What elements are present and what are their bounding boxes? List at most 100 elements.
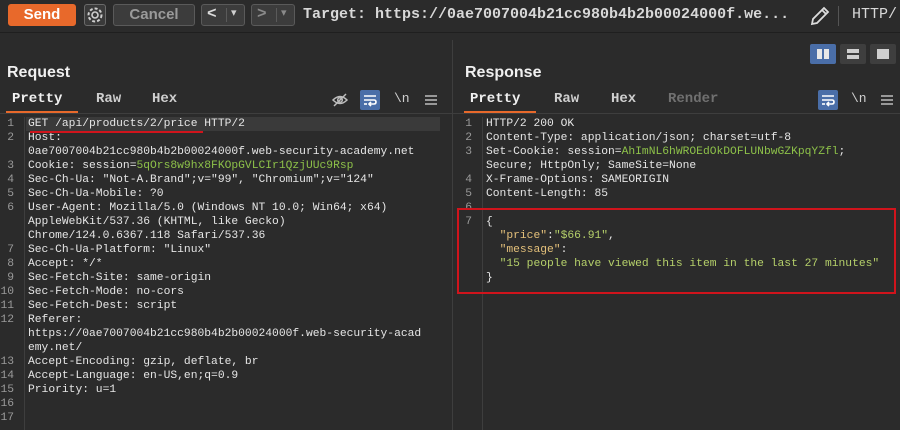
code-token: X-Frame-Options: SAMEORIGIN bbox=[486, 174, 670, 186]
forward-button[interactable]: > bbox=[257, 5, 267, 23]
line-number: 12 bbox=[0, 314, 14, 326]
line-number bbox=[0, 327, 14, 341]
code-token: Host: bbox=[28, 132, 69, 144]
line-number: 5 bbox=[465, 188, 472, 200]
line-number bbox=[0, 215, 14, 229]
line-number: 17 bbox=[0, 412, 14, 424]
code-line: Referer: bbox=[28, 313, 421, 327]
code-line: Cookie: session=5qOrs8w9hx8FKOpGVLCIr1Qz… bbox=[28, 159, 421, 173]
code-token: Content-Type: application/json; charset=… bbox=[486, 132, 792, 144]
code-line: X-Frame-Options: SAMEORIGIN bbox=[486, 173, 879, 187]
forward-history-dropdown[interactable]: ▾ bbox=[281, 6, 287, 19]
line-number: 9 bbox=[7, 272, 14, 284]
response-menu-icon[interactable] bbox=[878, 91, 896, 109]
code-line: Sec-Ch-Ua-Mobile: ?0 bbox=[28, 187, 421, 201]
response-tab-pretty[interactable]: Pretty bbox=[470, 91, 520, 107]
response-body-highlight-annotation bbox=[457, 208, 896, 294]
code-token: https://0ae7007004b21cc980b4b2b00024000f… bbox=[28, 328, 422, 340]
code-line: Sec-Fetch-Dest: script bbox=[28, 299, 421, 313]
code-line: Sec-Ch-Ua-Platform: "Linux" bbox=[28, 243, 421, 257]
back-button[interactable]: < bbox=[207, 5, 217, 23]
layout-stacked-button[interactable] bbox=[840, 44, 866, 64]
line-number: 16 bbox=[0, 398, 14, 410]
single-layout-icon bbox=[877, 49, 889, 59]
code-line: Set-Cookie: session=AhImNL6hWROEdOkDOFLU… bbox=[486, 145, 879, 159]
code-token: Sec-Ch-Ua-Platform: "Linux" bbox=[28, 244, 212, 256]
pane-divider[interactable] bbox=[452, 40, 453, 430]
response-tab-bar-border bbox=[453, 113, 900, 114]
code-line: Accept-Language: en-US,en;q=0.9 bbox=[28, 369, 421, 383]
request-menu-icon[interactable] bbox=[422, 91, 440, 109]
toolbar-divider bbox=[838, 6, 839, 26]
code-token: Priority: u=1 bbox=[28, 384, 117, 396]
request-wrap-toggle[interactable] bbox=[360, 90, 380, 110]
code-line: Priority: u=1 bbox=[28, 383, 421, 397]
response-tab-raw[interactable]: Raw bbox=[554, 91, 579, 107]
hide-nonprintable-icon[interactable] bbox=[331, 91, 349, 109]
request-tab-hex[interactable]: Hex bbox=[152, 91, 177, 107]
code-token: Sec-Ch-Ua-Mobile: ?0 bbox=[28, 188, 164, 200]
response-tab-render[interactable]: Render bbox=[668, 91, 718, 107]
line-number: 11 bbox=[0, 300, 14, 312]
request-gutter-border bbox=[24, 117, 25, 430]
send-button[interactable]: Send bbox=[8, 4, 76, 26]
code-line: Content-Type: application/json; charset=… bbox=[486, 131, 879, 145]
request-tab-raw[interactable]: Raw bbox=[96, 91, 121, 107]
request-tabs: Pretty Raw Hex bbox=[12, 91, 452, 113]
line-number: 2 bbox=[465, 132, 472, 144]
code-token: User-Agent: Mozilla/5.0 (Windows NT 10.0… bbox=[28, 202, 388, 214]
code-token: Sec-Ch-Ua: "Not-A.Brand";v="99", "Chromi… bbox=[28, 174, 374, 186]
line-number: 3 bbox=[7, 160, 14, 172]
code-token: Sec-Fetch-Site: same-origin bbox=[28, 272, 212, 284]
line-number: 6 bbox=[7, 202, 14, 214]
line-number: 1 bbox=[7, 118, 14, 130]
request-newline-toggle[interactable]: \n bbox=[394, 91, 410, 106]
request-title: Request bbox=[7, 64, 71, 81]
code-token: Cookie: session= bbox=[28, 160, 137, 172]
response-tab-hex[interactable]: Hex bbox=[611, 91, 636, 107]
target-url: Target: https://0ae7007004b21cc980b4b2b0… bbox=[303, 6, 790, 23]
code-line: https://0ae7007004b21cc980b4b2b00024000f… bbox=[28, 327, 421, 341]
code-token: Accept-Language: en-US,en;q=0.9 bbox=[28, 370, 239, 382]
line-number: 13 bbox=[0, 356, 14, 368]
code-token: GET /api/products/2/price HTTP/2 bbox=[28, 118, 245, 130]
settings-gear-button[interactable] bbox=[84, 4, 106, 26]
layout-single-button[interactable] bbox=[870, 44, 896, 64]
line-number: 4 bbox=[7, 174, 14, 186]
request-line-numbers: 12 3456 7 8 9 10 11 12 13 14 15 16 17 bbox=[0, 117, 14, 425]
line-number: 14 bbox=[0, 370, 14, 382]
code-token: Sec-Fetch-Dest: script bbox=[28, 300, 178, 312]
line-number: 10 bbox=[0, 286, 14, 298]
line-number: 15 bbox=[0, 384, 14, 396]
code-line: Host: bbox=[28, 131, 421, 145]
code-line: Content-Length: 85 bbox=[486, 187, 879, 201]
layout-switcher bbox=[810, 44, 896, 64]
response-newline-toggle[interactable]: \n bbox=[851, 91, 867, 106]
line-number: 8 bbox=[7, 258, 14, 270]
edit-target-pencil-icon[interactable] bbox=[808, 4, 832, 28]
line-number: 2 bbox=[7, 132, 14, 144]
code-token: AhImNL6hWROEdOkDOFLUNbwGZKpqYZfl bbox=[621, 146, 839, 158]
cancel-button[interactable]: Cancel bbox=[113, 4, 195, 26]
protocol-label[interactable]: HTTP/ bbox=[852, 6, 897, 23]
line-number bbox=[458, 159, 472, 173]
line-number: 4 bbox=[465, 174, 472, 186]
response-wrap-toggle[interactable] bbox=[818, 90, 838, 110]
line-number: 1 bbox=[465, 118, 472, 130]
rows-layout-icon bbox=[847, 49, 859, 59]
line-number bbox=[0, 341, 14, 355]
request-tab-pretty[interactable]: Pretty bbox=[12, 91, 62, 107]
layout-side-by-side-button[interactable] bbox=[810, 44, 836, 64]
back-history-dropdown[interactable]: ▾ bbox=[231, 6, 237, 19]
code-token: Set-Cookie: session= bbox=[486, 146, 622, 158]
request-editor[interactable]: GET /api/products/2/price HTTP/2 Host: 0a… bbox=[28, 117, 421, 425]
gear-icon bbox=[87, 7, 103, 23]
request-line-underline-annotation bbox=[30, 131, 203, 133]
word-wrap-icon bbox=[822, 95, 835, 107]
code-line: HTTP/2 200 OK bbox=[486, 117, 879, 131]
code-token: 0ae7007004b21cc980b4b2b00024000f.web-sec… bbox=[28, 146, 415, 158]
code-line: emy.net/ bbox=[28, 341, 421, 355]
code-line: Sec-Fetch-Site: same-origin bbox=[28, 271, 421, 285]
code-token: Sec-Fetch-Mode: no-cors bbox=[28, 286, 184, 298]
